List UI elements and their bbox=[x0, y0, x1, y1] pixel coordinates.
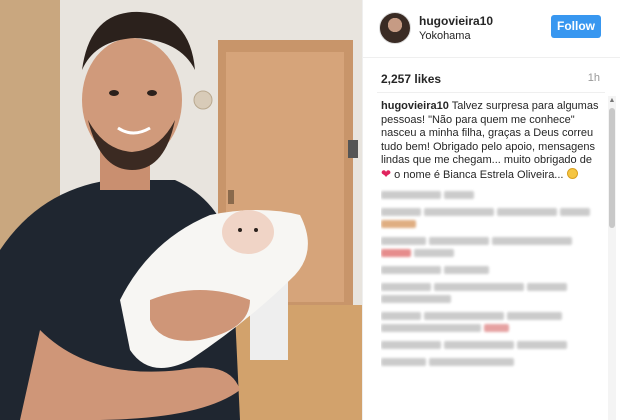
blurred-comment bbox=[381, 282, 605, 292]
smiley-emoji-icon bbox=[566, 167, 578, 179]
blurred-comment bbox=[381, 265, 605, 275]
scrollbar-thumb[interactable] bbox=[609, 108, 615, 228]
scroll-up-icon[interactable]: ▲ bbox=[608, 96, 616, 106]
post-time: 1h bbox=[587, 72, 600, 84]
blurred-comment bbox=[381, 340, 605, 350]
blurred-comment bbox=[381, 357, 605, 367]
caption-username-link[interactable]: hugovieira10 bbox=[381, 100, 449, 112]
follow-button[interactable]: Follow bbox=[551, 15, 601, 38]
blurred-comment bbox=[381, 248, 605, 258]
divider bbox=[377, 92, 605, 93]
heart-icon: ❤ bbox=[381, 166, 392, 181]
post-header: hugovieira10 Yokohama Follow bbox=[363, 0, 620, 58]
blurred-comment bbox=[381, 219, 605, 229]
blurred-comment bbox=[381, 207, 605, 217]
username-link[interactable]: hugovieira10 bbox=[419, 14, 493, 28]
photo-illustration bbox=[0, 0, 362, 420]
post-photo bbox=[0, 0, 362, 420]
post-side-panel: hugovieira10 Yokohama Follow 2,257 likes… bbox=[362, 0, 620, 420]
blurred-comment bbox=[381, 311, 605, 321]
caption-text-2: o nome é Bianca Estrela Oliveira... bbox=[391, 168, 567, 181]
blurred-comment bbox=[381, 190, 605, 200]
blurred-comment bbox=[381, 294, 605, 304]
comments-list: hugovieira10 Talvez surpresa para alguma… bbox=[381, 100, 605, 420]
blurred-comment bbox=[381, 323, 605, 333]
location-link[interactable]: Yokohama bbox=[419, 30, 471, 42]
likes-count[interactable]: 2,257 likes bbox=[381, 72, 441, 86]
avatar[interactable] bbox=[379, 12, 411, 44]
blurred-comment bbox=[381, 236, 605, 246]
caption: hugovieira10 Talvez surpresa para alguma… bbox=[381, 100, 605, 183]
